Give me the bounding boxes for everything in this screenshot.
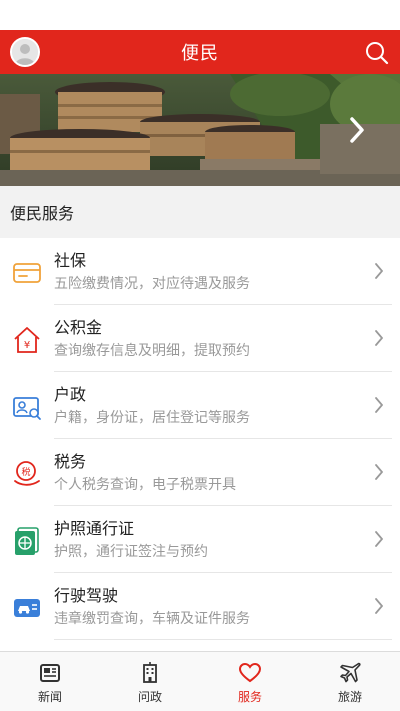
search-icon[interactable] [364, 40, 390, 66]
service-item-household[interactable]: 户政 户籍，身份证，居住登记等服务 [0, 372, 400, 439]
service-item-tax[interactable]: 税 税务 个人税务查询，电子税票开具 [0, 439, 400, 506]
tab-news[interactable]: 新闻 [0, 652, 100, 711]
building-icon [143, 662, 157, 683]
tab-label: 旅游 [337, 690, 362, 704]
id-card-search-icon [13, 397, 41, 420]
service-name: 公积金 [54, 318, 103, 337]
passport-icon [15, 527, 39, 555]
service-desc: 查询缴存信息及明细，提取预约 [54, 343, 250, 359]
heart-icon [238, 662, 262, 683]
tab-label: 新闻 [37, 690, 62, 704]
airplane-icon [340, 662, 361, 683]
vehicle-license-icon [14, 599, 40, 617]
avatar[interactable] [10, 37, 40, 67]
section-title: 便民服务 [0, 186, 400, 238]
tulou-landscape-image [0, 74, 400, 186]
chevron-right-icon [375, 531, 383, 547]
chevron-right-icon [375, 330, 383, 346]
status-bar [0, 0, 400, 30]
service-name: 户政 [54, 385, 87, 404]
service-desc: 违章缴罚查询，车辆及证件服务 [54, 611, 250, 627]
chevron-right-icon [375, 263, 383, 279]
service-desc: 户籍，身份证，居住登记等服务 [54, 410, 250, 426]
divider [54, 639, 392, 640]
tab-politics[interactable]: 问政 [100, 652, 200, 711]
service-name: 税务 [54, 452, 87, 471]
tab-travel[interactable]: 旅游 [300, 652, 400, 711]
house-yuan-icon: ¥ [14, 327, 40, 353]
service-name: 护照通行证 [54, 519, 135, 538]
service-item-driving[interactable]: 行驶驾驶 违章缴罚查询，车辆及证件服务 [0, 573, 400, 640]
tax-hand-icon: 税 [14, 461, 40, 486]
service-name: 社保 [54, 251, 87, 270]
service-desc: 五险缴费情况，对应待遇及服务 [54, 276, 250, 292]
svg-text:¥: ¥ [24, 340, 30, 351]
user-icon [12, 39, 38, 65]
bottom-tab-bar: 新闻 问政 服务 旅游 [0, 651, 400, 711]
chevron-right-icon [375, 397, 383, 413]
chevron-right-icon [375, 598, 383, 614]
service-desc: 护照，通行证签注与预约 [54, 544, 208, 560]
card-icon [13, 263, 41, 283]
service-item-passport[interactable]: 护照通行证 护照，通行证签注与预约 [0, 506, 400, 573]
service-list: 社保 五险缴费情况，对应待遇及服务 ¥ 公积金 查询缴存信息及明细，提取预约 户… [0, 238, 400, 650]
news-icon [40, 664, 60, 682]
tab-service[interactable]: 服务 [200, 652, 300, 711]
service-name: 行驶驾驶 [54, 586, 119, 605]
banner-image[interactable] [0, 74, 400, 186]
chevron-right-icon[interactable] [348, 116, 366, 144]
top-bar: 便民 [0, 30, 400, 74]
service-item-housing-fund[interactable]: ¥ 公积金 查询缴存信息及明细，提取预约 [0, 305, 400, 372]
tab-label: 问政 [137, 690, 162, 704]
service-desc: 个人税务查询，电子税票开具 [54, 477, 236, 493]
page-title: 便民 [181, 43, 219, 64]
chevron-right-icon [375, 464, 383, 480]
tab-label: 服务 [237, 690, 262, 704]
service-item-social-security[interactable]: 社保 五险缴费情况，对应待遇及服务 [0, 238, 400, 305]
svg-text:税: 税 [21, 466, 30, 478]
